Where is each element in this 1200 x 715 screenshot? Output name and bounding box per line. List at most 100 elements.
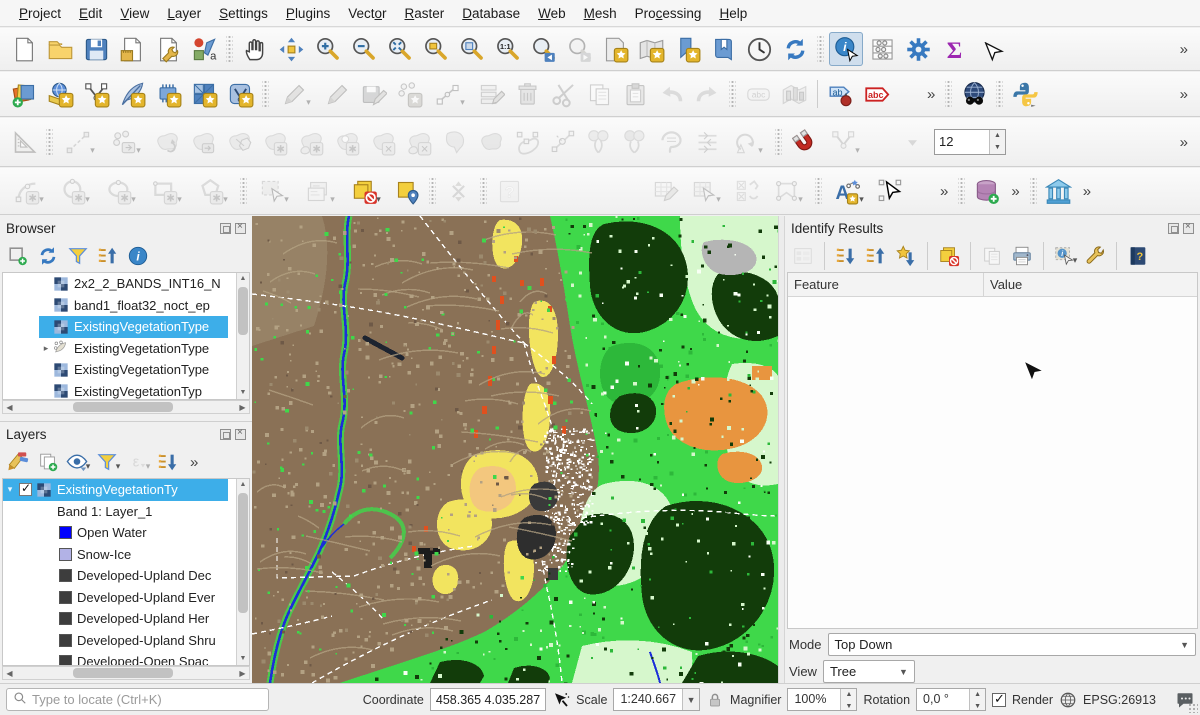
rectangle[interactable]: ✱▾: [145, 174, 189, 208]
browser-hscrollbar[interactable]: ◀▶: [2, 400, 250, 414]
menu-view[interactable]: View: [111, 2, 158, 25]
fill-ring[interactable]: ✱: [294, 125, 328, 159]
new-project[interactable]: [7, 32, 41, 66]
merge-attributes[interactable]: [618, 125, 652, 159]
magnifier-spinbox[interactable]: 100% ▲▼: [787, 688, 857, 711]
identify-features[interactable]: i: [829, 32, 863, 66]
identify-results-table[interactable]: Feature Value: [787, 272, 1198, 629]
layer-visibility-checkbox[interactable]: [19, 483, 32, 496]
layers-close-button[interactable]: [235, 429, 246, 440]
select-features[interactable]: ▾: [252, 174, 296, 208]
show-layout-manager[interactable]: [151, 32, 185, 66]
layer-diagram[interactable]: [777, 77, 811, 111]
data-source-manager[interactable]: [7, 77, 41, 111]
processing-toolbox[interactable]: [901, 32, 935, 66]
rotate-feature[interactable]: [150, 125, 184, 159]
undo[interactable]: [654, 77, 688, 111]
show-hide-labels[interactable]: abc: [860, 77, 894, 111]
refresh-browser[interactable]: [35, 243, 61, 269]
zoom-last[interactable]: [526, 32, 560, 66]
pan-to-selection[interactable]: [274, 32, 308, 66]
add-ring[interactable]: ✱: [258, 125, 292, 159]
flip-tool[interactable]: [441, 174, 475, 208]
topology-checker[interactable]: ▾: [766, 174, 810, 208]
deselect-all-layers[interactable]: ▾: [344, 174, 388, 208]
zoom-native[interactable]: 1:1: [490, 32, 524, 66]
ellipse[interactable]: ✱▾: [99, 174, 143, 208]
rotation-spinbox[interactable]: 0,0 ° ▲▼: [916, 688, 986, 711]
new-print-layout[interactable]: [115, 32, 149, 66]
new-map-view[interactable]: [598, 32, 632, 66]
circular-string[interactable]: ✱▾: [7, 174, 51, 208]
cut-features[interactable]: [546, 77, 580, 111]
layers-hscrollbar[interactable]: ◀▶: [2, 666, 250, 680]
statistical-summary[interactable]: Σ: [937, 32, 971, 66]
layer-tree-item[interactable]: Developed-Upland Dec: [3, 565, 228, 587]
crs-status-button[interactable]: EPSG:26913: [1083, 693, 1156, 707]
add-mesh-layer[interactable]: [151, 77, 185, 111]
panel-splitter[interactable]: [778, 216, 785, 683]
move-label[interactable]: [873, 174, 907, 208]
layer-tree-item[interactable]: Open Water: [3, 522, 228, 544]
copy-features[interactable]: [582, 77, 616, 111]
open-layer-styling[interactable]: [5, 449, 31, 475]
label-toolbar-overflow[interactable]: »: [921, 86, 941, 103]
change-label[interactable]: A▾: [827, 174, 871, 208]
metasearch[interactable]: [1042, 174, 1076, 208]
add-wms-layer[interactable]: [43, 77, 77, 111]
browser-tree-item[interactable]: ExistingVegetationType: [39, 359, 228, 381]
split-features[interactable]: [546, 125, 580, 159]
tracing-offset-drop[interactable]: [895, 125, 929, 159]
form-view[interactable]: [790, 243, 816, 269]
add-group[interactable]: [35, 449, 61, 475]
cad-construction[interactable]: ▾: [58, 125, 102, 159]
circle-2points[interactable]: ✱▾: [53, 174, 97, 208]
clear-results[interactable]: [936, 243, 962, 269]
temporal-controller[interactable]: [742, 32, 776, 66]
zoom-to-layer[interactable]: [454, 32, 488, 66]
enable-snapping[interactable]: [787, 125, 821, 159]
expand-collapse-all[interactable]: [155, 449, 181, 475]
expand-new-results[interactable]: [893, 243, 919, 269]
menu-plugins[interactable]: Plugins: [277, 2, 339, 25]
new-attribute-table[interactable]: [648, 174, 682, 208]
delete-ring[interactable]: ✕: [366, 125, 400, 159]
menu-edit[interactable]: Edit: [70, 2, 111, 25]
web-overflow[interactable]: »: [1077, 183, 1097, 200]
properties-info[interactable]: i: [125, 243, 151, 269]
collapse-tree[interactable]: [863, 243, 889, 269]
browser-tree-item[interactable]: ▸ ExistingVegetationType: [39, 338, 228, 360]
digitize-with-segment[interactable]: [392, 77, 426, 111]
show-bookmarks[interactable]: [706, 32, 740, 66]
align-features[interactable]: [690, 125, 724, 159]
layer-tree-item[interactable]: Band 1: Layer_1: [3, 501, 228, 523]
redo[interactable]: [690, 77, 724, 111]
feature-column-header[interactable]: Feature: [788, 273, 984, 296]
open-attribute-table[interactable]: ▾: [684, 174, 728, 208]
menu-vector[interactable]: Vector: [339, 2, 395, 25]
layer-tree-item[interactable]: Developed-Open Spac: [3, 651, 228, 665]
menu-database[interactable]: Database: [453, 2, 529, 25]
filter-browser[interactable]: [65, 243, 91, 269]
manage-visibility[interactable]: ▾: [65, 449, 91, 475]
locate-input[interactable]: Type to locate (Ctrl+K): [6, 688, 269, 711]
advanced-digitizing-panel[interactable]: [7, 125, 41, 159]
split-parts[interactable]: [510, 125, 544, 159]
geometry-checker[interactable]: [730, 174, 764, 208]
browser-tree-item[interactable]: ExistingVegetationTyp: [39, 381, 228, 400]
tracing-offset-spinbox[interactable]: 12▲▼: [934, 129, 1006, 155]
layers-vscrollbar[interactable]: ▲▼: [236, 479, 249, 665]
add-selected-layers[interactable]: [5, 243, 31, 269]
expand-tree[interactable]: [833, 243, 859, 269]
copy-feature[interactable]: [979, 243, 1005, 269]
label-overflow[interactable]: »: [934, 183, 954, 200]
identify-settings[interactable]: [1082, 243, 1108, 269]
trim-extend[interactable]: ▾: [726, 125, 770, 159]
offset-curve[interactable]: [186, 125, 220, 159]
browser-close-button[interactable]: [235, 223, 246, 234]
identify-help[interactable]: ?: [1125, 243, 1151, 269]
save-layer-edits[interactable]: [356, 77, 390, 111]
move-feature[interactable]: ▾: [104, 125, 148, 159]
reverse-line[interactable]: [438, 125, 472, 159]
identify-close-button[interactable]: [1183, 223, 1194, 234]
